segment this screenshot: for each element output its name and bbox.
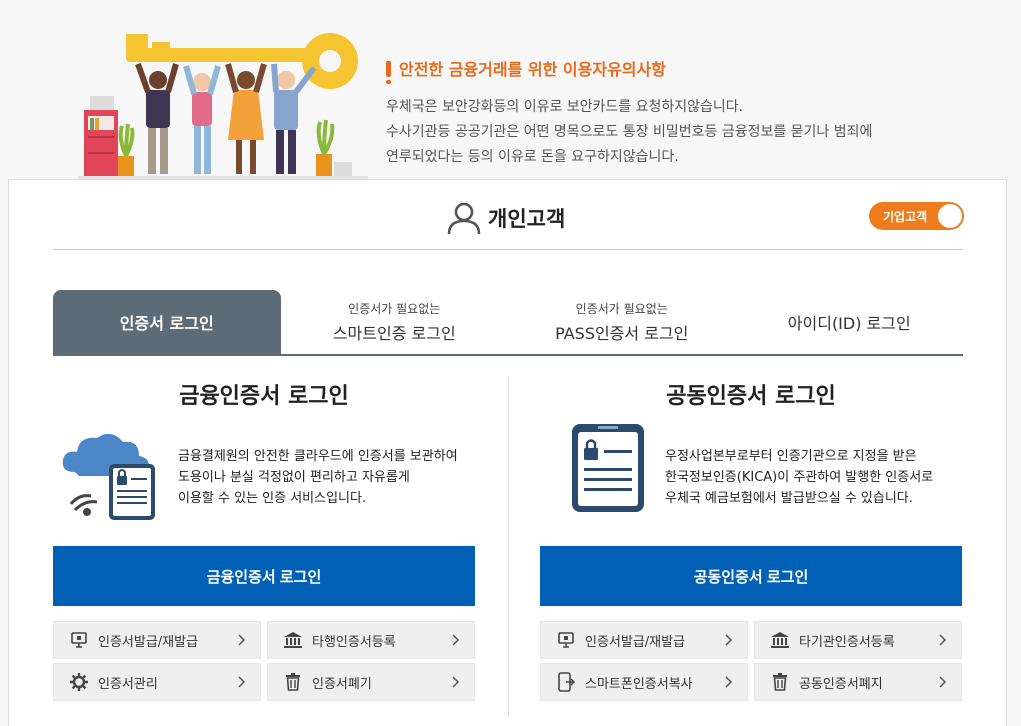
section-title: 금융인증서 로그인 <box>179 384 349 409</box>
gear-icon <box>68 671 90 693</box>
bank-icon <box>769 629 791 651</box>
corporate-toggle-label: 기업고객 <box>883 209 928 224</box>
divider <box>53 249 963 250</box>
trash-icon <box>769 671 791 693</box>
smartphone-icon <box>555 671 577 693</box>
section-title: 공동인증서 로그인 <box>666 384 836 409</box>
joint-certificate-revoke-button[interactable]: 공동인증서폐지 <box>754 663 962 701</box>
tab-label: 인증서 로그인 <box>119 314 214 333</box>
cloud-certificate-icon <box>62 433 155 520</box>
certificate-issue-button[interactable]: 인증서발급/재발급 <box>540 621 748 659</box>
tab-label: PASS인증서 로그인 <box>555 324 689 343</box>
other-bank-certificate-register-button[interactable]: 타행인증서등록 <box>267 621 475 659</box>
other-institution-certificate-register-button[interactable]: 타기관인증서등록 <box>754 621 962 659</box>
certificate-revoke-button[interactable]: 인증서폐기 <box>267 663 475 701</box>
tab-smart-auth-login[interactable]: 인증서가 필요없는 스마트인증 로그인 <box>281 290 509 354</box>
chevron-right-icon <box>937 634 949 646</box>
notice-line: 연루되었다는 등의 이유로 돈을 요구하지않습니다. <box>386 149 679 165</box>
certificate-issue-button[interactable]: 인증서발급/재발급 <box>53 621 261 659</box>
monitor-icon <box>555 629 577 651</box>
link-label: 인증서발급/재발급 <box>98 634 199 650</box>
notice-title: 안전한 금융거래를 위한 이용자유의사항 <box>386 56 666 84</box>
login-tabs: 인증서 로그인 인증서가 필요없는 스마트인증 로그인 인증서가 필요없는 PA… <box>53 290 963 356</box>
link-label: 공동인증서폐지 <box>799 676 883 692</box>
section-description: 우정사업본부로부터 인증기관으로 지정을 받은 한국정보인증(KICA)이 주관… <box>665 446 933 509</box>
page-title-text: 개인고객 <box>488 207 566 231</box>
key-people-illustration <box>78 33 368 180</box>
chevron-right-icon <box>450 676 462 688</box>
chevron-right-icon <box>723 634 735 646</box>
link-label: 인증서관리 <box>98 676 158 692</box>
bank-icon <box>282 629 304 651</box>
notice-banner: 안전한 금융거래를 위한 이용자유의사항 우체국은 보안강화등의 이유로 보안카… <box>0 0 1021 180</box>
certificate-document-icon <box>572 424 644 512</box>
link-label: 타행인증서등록 <box>312 634 396 650</box>
joint-certificate-links: 인증서발급/재발급 타기관인증서등록 스마트폰인증서복사 공동인증서폐지 <box>540 621 962 701</box>
financial-certificate-links: 인증서발급/재발급 타행인증서등록 인증서관리 인증서폐기 <box>53 621 475 701</box>
chevron-right-icon <box>236 634 248 646</box>
chevron-right-icon <box>450 634 462 646</box>
notice-line: 우체국은 보안강화등의 이유로 보안카드를 요청하지않습니다. <box>386 99 744 115</box>
tab-label: 스마트인증 로그인 <box>332 324 456 343</box>
chevron-right-icon <box>937 676 949 688</box>
description-line: 금융결제원의 안전한 클라우드에 인증서를 보관하여 <box>178 449 458 464</box>
tab-sublabel: 인증서가 필요없는 <box>575 302 668 316</box>
tab-pass-login[interactable]: 인증서가 필요없는 PASS인증서 로그인 <box>508 290 736 354</box>
link-label: 스마트폰인증서복사 <box>585 676 693 692</box>
joint-certificate-section: 공동인증서 로그인 우정사업본부로부터 인증기관으로 지정을 받은 한국정보인증… <box>540 366 962 701</box>
exclamation-icon <box>386 61 391 84</box>
link-label: 타기관인증서등록 <box>799 634 895 650</box>
tab-id-login[interactable]: 아이디(ID) 로그인 <box>736 290 964 354</box>
smartphone-certificate-copy-button[interactable]: 스마트폰인증서복사 <box>540 663 748 701</box>
tab-label: 아이디(ID) 로그인 <box>787 314 911 333</box>
link-label: 인증서폐기 <box>312 676 372 692</box>
certificate-manage-button[interactable]: 인증서관리 <box>53 663 261 701</box>
toggle-knob <box>938 204 962 228</box>
description-line: 이용할 수 있는 인증 서비스입니다. <box>178 491 367 506</box>
trash-icon <box>282 671 304 693</box>
chevron-right-icon <box>236 676 248 688</box>
person-icon <box>447 202 481 235</box>
tab-sublabel: 인증서가 필요없는 <box>348 302 441 316</box>
notice-title-text: 안전한 금융거래를 위한 이용자유의사항 <box>399 60 666 79</box>
login-card: 개인고객 기업고객 인증서 로그인 인증서가 필요없는 스마트인증 로그인 인증… <box>8 179 1007 726</box>
description-line: 우정사업본부로부터 인증기관으로 지정을 받은 <box>665 449 917 464</box>
financial-certificate-login-button[interactable]: 금융인증서 로그인 <box>53 546 475 606</box>
page-title: 개인고객 <box>446 200 565 236</box>
link-label: 인증서발급/재발급 <box>585 634 686 650</box>
description-line: 우체국 예금보험에서 발급받으실 수 있습니다. <box>665 491 913 506</box>
description-line: 한국정보인증(KICA)이 주관하여 발행한 인증서로 <box>665 470 934 485</box>
description-line: 도용이나 분실 걱정없이 편리하고 자유롭게 <box>178 470 410 485</box>
monitor-icon <box>68 629 90 651</box>
notice-line: 수사기관등 공공기관은 어떤 명목으로도 통장 비밀번호등 금융정보를 묻기나 … <box>386 124 873 140</box>
column-divider <box>508 376 509 716</box>
financial-certificate-section: 금융인증서 로그인 금융결제원의 안전한 클라우드에 인증서를 보관하여 도용이… <box>53 366 475 701</box>
chevron-right-icon <box>723 676 735 688</box>
tab-certificate-login[interactable]: 인증서 로그인 <box>53 290 281 354</box>
joint-certificate-login-button[interactable]: 공동인증서 로그인 <box>540 546 962 606</box>
section-description: 금융결제원의 안전한 클라우드에 인증서를 보관하여 도용이나 분실 걱정없이 … <box>178 446 458 509</box>
corporate-customer-toggle[interactable]: 기업고객 <box>869 202 964 230</box>
